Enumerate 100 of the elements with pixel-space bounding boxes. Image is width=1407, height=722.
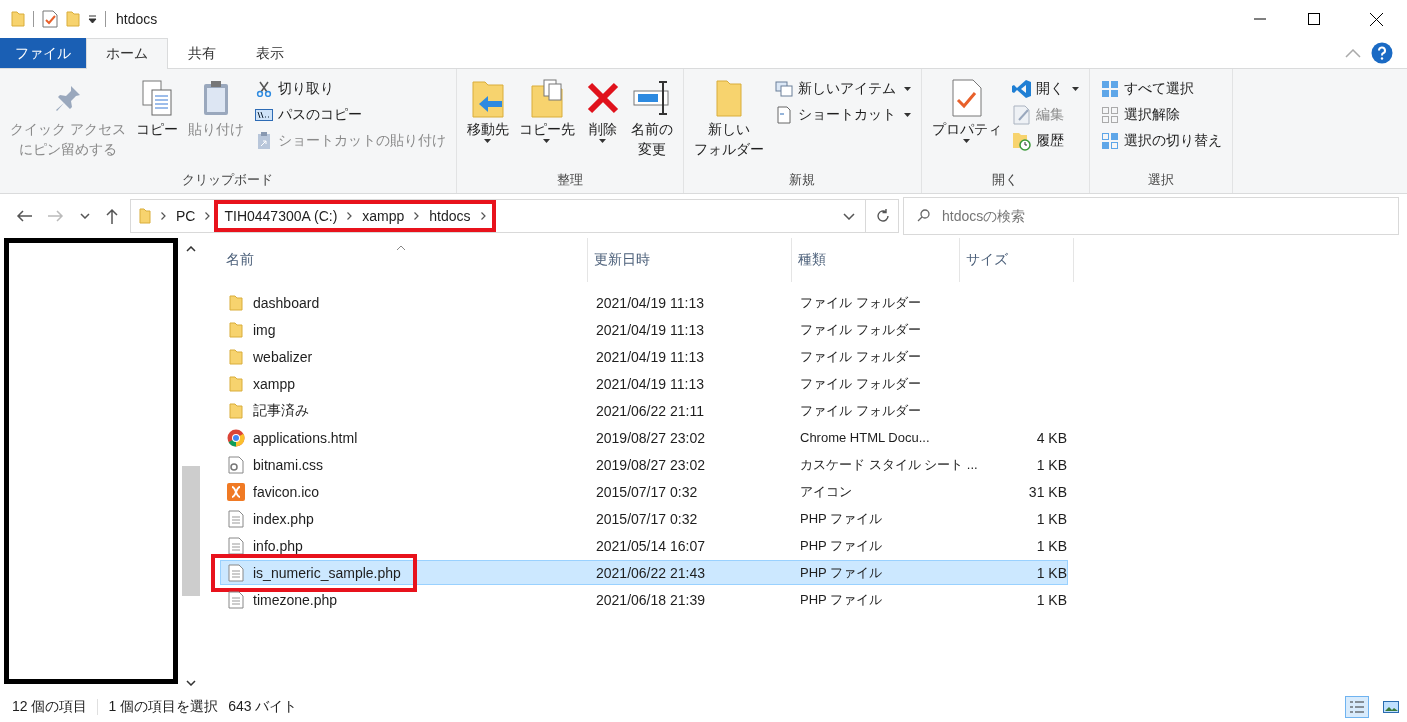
date-cell-text: 2021/06/22 21:11 [595,402,705,419]
caret-icon [1071,87,1079,91]
ribbon-button[interactable]: コピー [131,73,182,171]
file-row[interactable]: xampp 2021/04/19 11:13 ファイル フォルダー [220,371,1068,396]
column-header[interactable]: 名前 [220,238,588,282]
chrome-icon [227,428,245,447]
date-cell-text: 2021/05/14 16:07 [595,537,706,554]
date-cell-text: 2015/07/17 0:32 [595,483,699,500]
chevron-down-icon[interactable] [80,213,90,219]
ribbon-button[interactable]: パスのコピー [249,103,450,127]
path-icon [254,109,273,121]
ribbon-button[interactable]: 選択の切り替え [1095,129,1226,153]
file-row[interactable]: webalizer 2021/04/19 11:13 ファイル フォルダー [220,344,1068,369]
file-name: timezone.php [253,591,338,608]
folder-icon [714,79,743,117]
file-row[interactable]: timezone.php 2021/06/18 21:39 PHP ファイル 1 KB [220,587,1068,612]
file-row[interactable]: applications.html 2019/08/27 23:02 Chrome HTML Docu... 4 KB [220,425,1068,450]
properties-icon[interactable] [42,10,58,28]
type-cell-text: ファイル フォルダー [799,293,922,312]
ribbon-button[interactable]: 移動先 [462,73,513,171]
caret-icon [599,139,607,143]
folder-icon [139,208,151,224]
ribbon-tab[interactable]: ホーム [86,38,168,69]
dropdown-icon[interactable] [88,15,97,23]
chevron-right-icon[interactable] [161,212,166,220]
type-cell-text: PHP ファイル [799,509,884,528]
file-name: img [253,321,276,338]
chevron-right-icon[interactable] [347,212,353,220]
file-row[interactable]: index.php 2015/07/17 0:32 PHP ファイル 1 KB [220,506,1068,531]
caret-icon [903,87,911,91]
breadcrumb[interactable]: xampp [362,208,405,224]
search-field[interactable]: htdocsの検索 [903,197,1399,235]
folder-clock-icon [1011,131,1032,151]
folder-icon [229,321,243,338]
refresh-icon[interactable] [876,209,890,223]
back-arrow-icon[interactable] [16,210,32,222]
ribbon-button[interactable]: 選択解除 [1095,103,1226,127]
caret-icon [543,139,551,143]
address-bar[interactable]: PC TIH0447300A (C:) xampp htdocs [130,199,899,233]
file-row[interactable]: img 2021/04/19 11:13 ファイル フォルダー [220,317,1068,342]
size-cell: 31 KB [1028,483,1067,500]
folder-arrow-icon [470,78,505,118]
chevron-right-icon[interactable] [414,212,420,220]
ribbon-tab[interactable]: 共有 [168,38,236,68]
folder-documents-icon [529,78,564,118]
maximize-icon[interactable] [1308,13,1320,25]
ribbon-button[interactable]: 新しいアイテム [769,77,915,101]
selection-count: 1 個の項目を選択 [108,698,219,716]
close-icon[interactable] [1369,12,1383,26]
size-cell: 1 KB [1036,564,1067,581]
details-view-button[interactable] [1345,696,1369,718]
file-row[interactable]: 記事済み 2021/06/22 21:11 ファイル フォルダー [220,398,1068,423]
ribbon-button[interactable]: 新しい フォルダー [689,73,768,171]
size-cell: 1 KB [1036,456,1067,473]
ribbon-tab[interactable]: 表示 [236,38,304,68]
file-row[interactable]: dashboard 2021/04/19 11:13 ファイル フォルダー [220,290,1068,315]
grid-partial-icon [1100,132,1119,150]
ribbon-button[interactable]: 削除 [580,73,625,171]
file-row[interactable]: info.php 2021/05/14 16:07 PHP ファイル 1 KB [220,533,1068,558]
document-gear-icon [228,455,244,474]
group-label: 新規 [788,171,817,189]
ribbon-button[interactable]: コピー先 [514,73,579,171]
ribbon-button[interactable]: 切り取り [249,77,450,101]
chevron-right-icon[interactable] [480,212,486,220]
ribbon-button[interactable]: 開く [1007,77,1083,101]
details-view-icon [1349,700,1365,714]
caret-icon [484,139,492,143]
date-cell-text: 2019/08/27 23:02 [595,456,706,473]
ribbon-button[interactable]: 名前の 変更 [626,73,677,171]
ribbon-button[interactable]: 履歴 [1007,129,1083,153]
scroll-down-icon[interactable] [186,680,196,686]
ribbon-button[interactable]: ショートカット [769,103,915,127]
breadcrumb[interactable]: TIH0447300A (C:) [224,208,338,224]
new-item-icon [774,81,793,97]
file-row[interactable]: favicon.ico 2015/07/17 0:32 アイコン 31 KB [220,479,1068,504]
breadcrumb[interactable]: PC [176,208,196,224]
group-label: 開く [991,171,1020,189]
type-cell-text: ファイル フォルダー [799,374,922,393]
column-header[interactable]: 更新日時 [588,238,792,282]
edit-icon [1012,105,1031,125]
ribbon-button[interactable]: プロパティ [927,73,1006,171]
file-row[interactable]: bitnami.css 2019/08/27 23:02 カスケード スタイル シート ... 1 KB [220,452,1068,477]
file-name: xampp [253,375,296,392]
column-header[interactable]: 種類 [792,238,960,282]
type-cell-text: ファイル フォルダー [799,347,922,366]
chevron-right-icon[interactable] [205,212,211,220]
ribbon-button[interactable]: すべて選択 [1095,77,1226,101]
column-header[interactable]: サイズ [960,238,1074,282]
help-icon[interactable] [1371,42,1393,64]
breadcrumb[interactable]: htdocs [429,208,471,224]
scrollbar-thumb[interactable] [182,466,200,596]
file-name: favicon.ico [253,483,320,500]
chevron-down-icon[interactable] [843,212,855,220]
file-name: index.php [253,510,314,527]
document-check-icon [950,78,983,118]
up-arrow-icon[interactable] [106,208,118,224]
file-menu-tab[interactable]: ファイル [0,38,86,68]
scroll-up-icon[interactable] [186,246,196,252]
file-name: applications.html [253,429,358,446]
file-name: bitnami.css [253,456,324,473]
